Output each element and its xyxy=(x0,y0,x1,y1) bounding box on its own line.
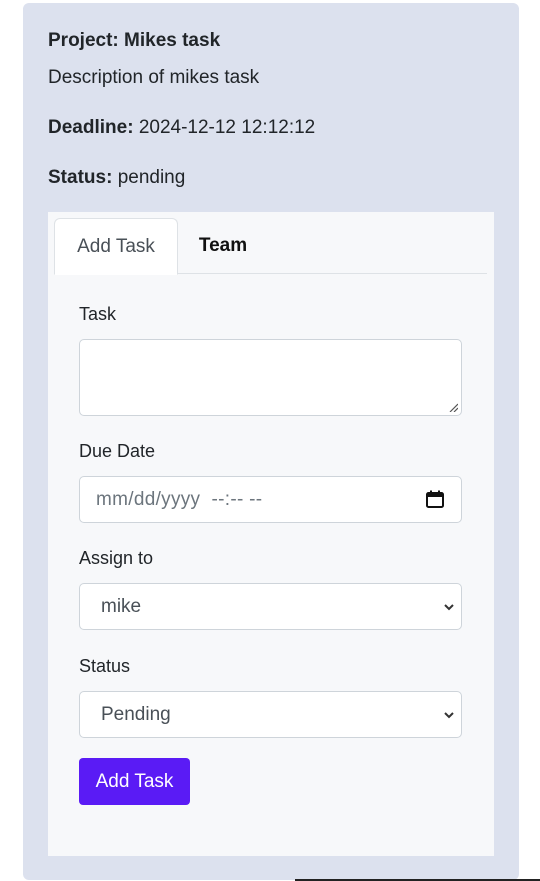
add-task-button[interactable]: Add Task xyxy=(79,758,190,805)
project-card: Project: Mikes task Description of mikes… xyxy=(23,3,519,880)
task-textarea[interactable] xyxy=(79,339,462,416)
deadline-label: Deadline: xyxy=(48,117,134,138)
assign-selected: mike xyxy=(101,595,142,617)
status-label: Status: xyxy=(48,167,113,188)
status-field-label: Status xyxy=(79,656,131,676)
calendar-icon[interactable] xyxy=(425,489,445,509)
chevron-down-icon xyxy=(444,604,454,611)
project-description: Description of mikes task xyxy=(48,67,260,88)
project-status: Status: pending xyxy=(48,167,185,189)
tab-add-task[interactable]: Add Task xyxy=(54,218,178,275)
assign-select[interactable]: mike xyxy=(79,583,462,630)
resize-grip-icon[interactable] xyxy=(448,402,458,412)
assign-label: Assign to xyxy=(79,548,154,568)
status-value: pending xyxy=(117,167,186,188)
due-date-label: Due Date xyxy=(79,441,156,461)
task-label: Task xyxy=(79,304,117,324)
task-panel: Add Task Team Task Due Date mm/dd/yyyy -… xyxy=(48,212,494,856)
status-select[interactable]: Pending xyxy=(79,691,462,738)
project-title: Project: Mikes task xyxy=(48,30,221,51)
due-date-placeholder: mm/dd/yyyy --:-- -- xyxy=(96,488,263,510)
project-deadline: Deadline: 2024-12-12 12:12:12 xyxy=(48,117,315,139)
deadline-value: 2024-12-12 12:12:12 xyxy=(138,117,316,138)
due-date-input[interactable]: mm/dd/yyyy --:-- -- xyxy=(79,476,462,523)
tab-bar: Add Task Team xyxy=(54,218,487,275)
tab-team[interactable]: Team xyxy=(178,218,268,274)
status-selected: Pending xyxy=(101,703,171,725)
chevron-down-icon xyxy=(444,712,454,719)
